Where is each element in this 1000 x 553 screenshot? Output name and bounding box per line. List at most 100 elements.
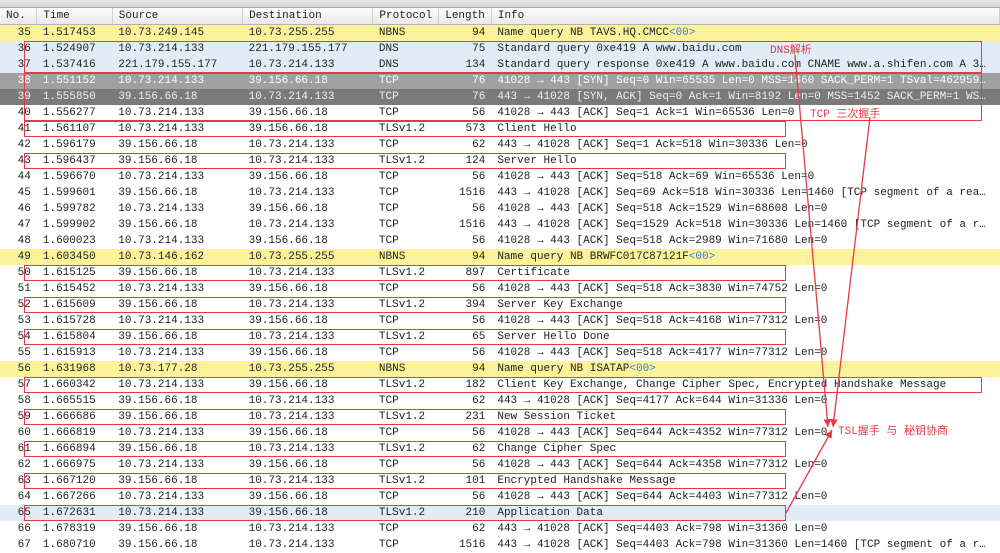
table-row[interactable]: 621.66697510.73.214.13339.156.66.18TCP56…	[0, 457, 1000, 473]
cell-src: 10.73.214.133	[112, 457, 242, 473]
table-row[interactable]: 351.51745310.73.249.14510.73.255.255NBNS…	[0, 25, 1000, 42]
table-row[interactable]: 561.63196810.73.177.2810.73.255.255NBNS9…	[0, 361, 1000, 377]
cell-time: 1.631968	[37, 361, 112, 377]
cell-len: 56	[439, 105, 492, 121]
cell-len: 231	[439, 409, 492, 425]
cell-time: 1.672631	[37, 505, 112, 521]
cell-info: 41028 → 443 [ACK] Seq=644 Ack=4358 Win=7…	[491, 457, 999, 473]
cell-no: 47	[0, 217, 37, 233]
cell-dst: 10.73.214.133	[243, 297, 373, 313]
cell-time: 1.551152	[37, 73, 112, 89]
table-header[interactable]: No. Time Source Destination Protocol Len…	[0, 8, 1000, 25]
table-row[interactable]: 441.59667010.73.214.13339.156.66.18TCP56…	[0, 169, 1000, 185]
cell-len: 56	[439, 345, 492, 361]
cell-info: 41028 → 443 [ACK] Seq=518 Ack=3830 Win=7…	[491, 281, 999, 297]
cell-info: 443 → 41028 [SYN, ACK] Seq=0 Ack=1 Win=8…	[491, 89, 999, 105]
cell-src: 10.73.146.162	[112, 249, 242, 265]
cell-time: 1.615609	[37, 297, 112, 313]
table-row[interactable]: 531.61572810.73.214.13339.156.66.18TCP56…	[0, 313, 1000, 329]
cell-time: 1.666686	[37, 409, 112, 425]
cell-time: 1.537416	[37, 57, 112, 73]
table-row[interactable]: 671.68071039.156.66.1810.73.214.133TCP15…	[0, 537, 1000, 553]
table-row[interactable]: 411.56110710.73.214.13339.156.66.18TLSv1…	[0, 121, 1000, 137]
table-row[interactable]: 401.55627710.73.214.13339.156.66.18TCP56…	[0, 105, 1000, 121]
cell-src: 10.73.214.133	[112, 105, 242, 121]
col-proto[interactable]: Protocol	[373, 8, 439, 25]
cell-time: 1.599782	[37, 201, 112, 217]
cell-dst: 10.73.214.133	[243, 57, 373, 73]
cell-proto: NBNS	[373, 25, 439, 42]
table-row[interactable]: 471.59990239.156.66.1810.73.214.133TCP15…	[0, 217, 1000, 233]
cell-dst: 39.156.66.18	[243, 73, 373, 89]
table-row[interactable]: 381.55115210.73.214.13339.156.66.18TCP76…	[0, 73, 1000, 89]
cell-time: 1.517453	[37, 25, 112, 42]
table-row[interactable]: 361.52490710.73.214.133221.179.155.177DN…	[0, 41, 1000, 57]
cell-src: 10.73.214.133	[112, 121, 242, 137]
table-row[interactable]: 571.66034210.73.214.13339.156.66.18TLSv1…	[0, 377, 1000, 393]
cell-no: 46	[0, 201, 37, 217]
table-row[interactable]: 591.66668639.156.66.1810.73.214.133TLSv1…	[0, 409, 1000, 425]
table-row[interactable]: 611.66689439.156.66.1810.73.214.133TLSv1…	[0, 441, 1000, 457]
table-row[interactable]: 581.66551539.156.66.1810.73.214.133TCP62…	[0, 393, 1000, 409]
cell-dst: 10.73.214.133	[243, 441, 373, 457]
cell-info: Standard query 0xe419 A www.baidu.com	[491, 41, 999, 57]
table-row[interactable]: 511.61545210.73.214.13339.156.66.18TCP56…	[0, 281, 1000, 297]
cell-dst: 39.156.66.18	[243, 233, 373, 249]
cell-dst: 10.73.214.133	[243, 409, 373, 425]
table-row[interactable]: 391.55585039.156.66.1810.73.214.133TCP76…	[0, 89, 1000, 105]
table-row[interactable]: 551.61591310.73.214.13339.156.66.18TCP56…	[0, 345, 1000, 361]
table-row[interactable]: 491.60345010.73.146.16210.73.255.255NBNS…	[0, 249, 1000, 265]
table-row[interactable]: 631.66712039.156.66.1810.73.214.133TLSv1…	[0, 473, 1000, 489]
cell-time: 1.596179	[37, 137, 112, 153]
table-row[interactable]: 661.67831939.156.66.1810.73.214.133TCP62…	[0, 521, 1000, 537]
col-src[interactable]: Source	[112, 8, 242, 25]
cell-len: 56	[439, 281, 492, 297]
col-time[interactable]: Time	[37, 8, 112, 25]
cell-src: 10.73.214.133	[112, 425, 242, 441]
table-row[interactable]: 421.59617939.156.66.1810.73.214.133TCP62…	[0, 137, 1000, 153]
cell-proto: TCP	[373, 217, 439, 233]
col-dst[interactable]: Destination	[243, 8, 373, 25]
cell-len: 94	[439, 25, 492, 42]
col-info[interactable]: Info	[491, 8, 999, 25]
cell-info: Standard query response 0xe419 A www.bai…	[491, 57, 999, 73]
cell-info: 41028 → 443 [ACK] Seq=644 Ack=4403 Win=7…	[491, 489, 999, 505]
cell-time: 1.667266	[37, 489, 112, 505]
cell-no: 43	[0, 153, 37, 169]
table-row[interactable]: 601.66681910.73.214.13339.156.66.18TCP56…	[0, 425, 1000, 441]
cell-time: 1.599601	[37, 185, 112, 201]
cell-time: 1.600023	[37, 233, 112, 249]
cell-dst: 10.73.214.133	[243, 329, 373, 345]
cell-src: 39.156.66.18	[112, 329, 242, 345]
table-row[interactable]: 451.59960139.156.66.1810.73.214.133TCP15…	[0, 185, 1000, 201]
table-row[interactable]: 651.67263110.73.214.13339.156.66.18TLSv1…	[0, 505, 1000, 521]
cell-len: 94	[439, 361, 492, 377]
col-no[interactable]: No.	[0, 8, 37, 25]
table-row[interactable]: 641.66726610.73.214.13339.156.66.18TCP56…	[0, 489, 1000, 505]
cell-proto: TLSv1.2	[373, 441, 439, 457]
cell-dst: 39.156.66.18	[243, 313, 373, 329]
table-row[interactable]: 521.61560939.156.66.1810.73.214.133TLSv1…	[0, 297, 1000, 313]
cell-len: 56	[439, 233, 492, 249]
table-row[interactable]: 431.59643739.156.66.1810.73.214.133TLSv1…	[0, 153, 1000, 169]
cell-proto: TCP	[373, 425, 439, 441]
table-row[interactable]: 371.537416221.179.155.17710.73.214.133DN…	[0, 57, 1000, 73]
table-row[interactable]: 501.61512539.156.66.1810.73.214.133TLSv1…	[0, 265, 1000, 281]
table-row[interactable]: 461.59978210.73.214.13339.156.66.18TCP56…	[0, 201, 1000, 217]
cell-src: 39.156.66.18	[112, 89, 242, 105]
packet-table[interactable]: No. Time Source Destination Protocol Len…	[0, 8, 1000, 553]
cell-src: 10.73.214.133	[112, 41, 242, 57]
cell-len: 75	[439, 41, 492, 57]
table-row[interactable]: 481.60002310.73.214.13339.156.66.18TCP56…	[0, 233, 1000, 249]
cell-proto: TCP	[373, 233, 439, 249]
table-row[interactable]: 541.61580439.156.66.1810.73.214.133TLSv1…	[0, 329, 1000, 345]
cell-no: 63	[0, 473, 37, 489]
cell-proto: TCP	[373, 457, 439, 473]
cell-no: 51	[0, 281, 37, 297]
col-len[interactable]: Length	[439, 8, 492, 25]
cell-info: Encrypted Handshake Message	[491, 473, 999, 489]
cell-time: 1.678319	[37, 521, 112, 537]
cell-len: 65	[439, 329, 492, 345]
cell-dst: 10.73.255.255	[243, 249, 373, 265]
cell-no: 54	[0, 329, 37, 345]
